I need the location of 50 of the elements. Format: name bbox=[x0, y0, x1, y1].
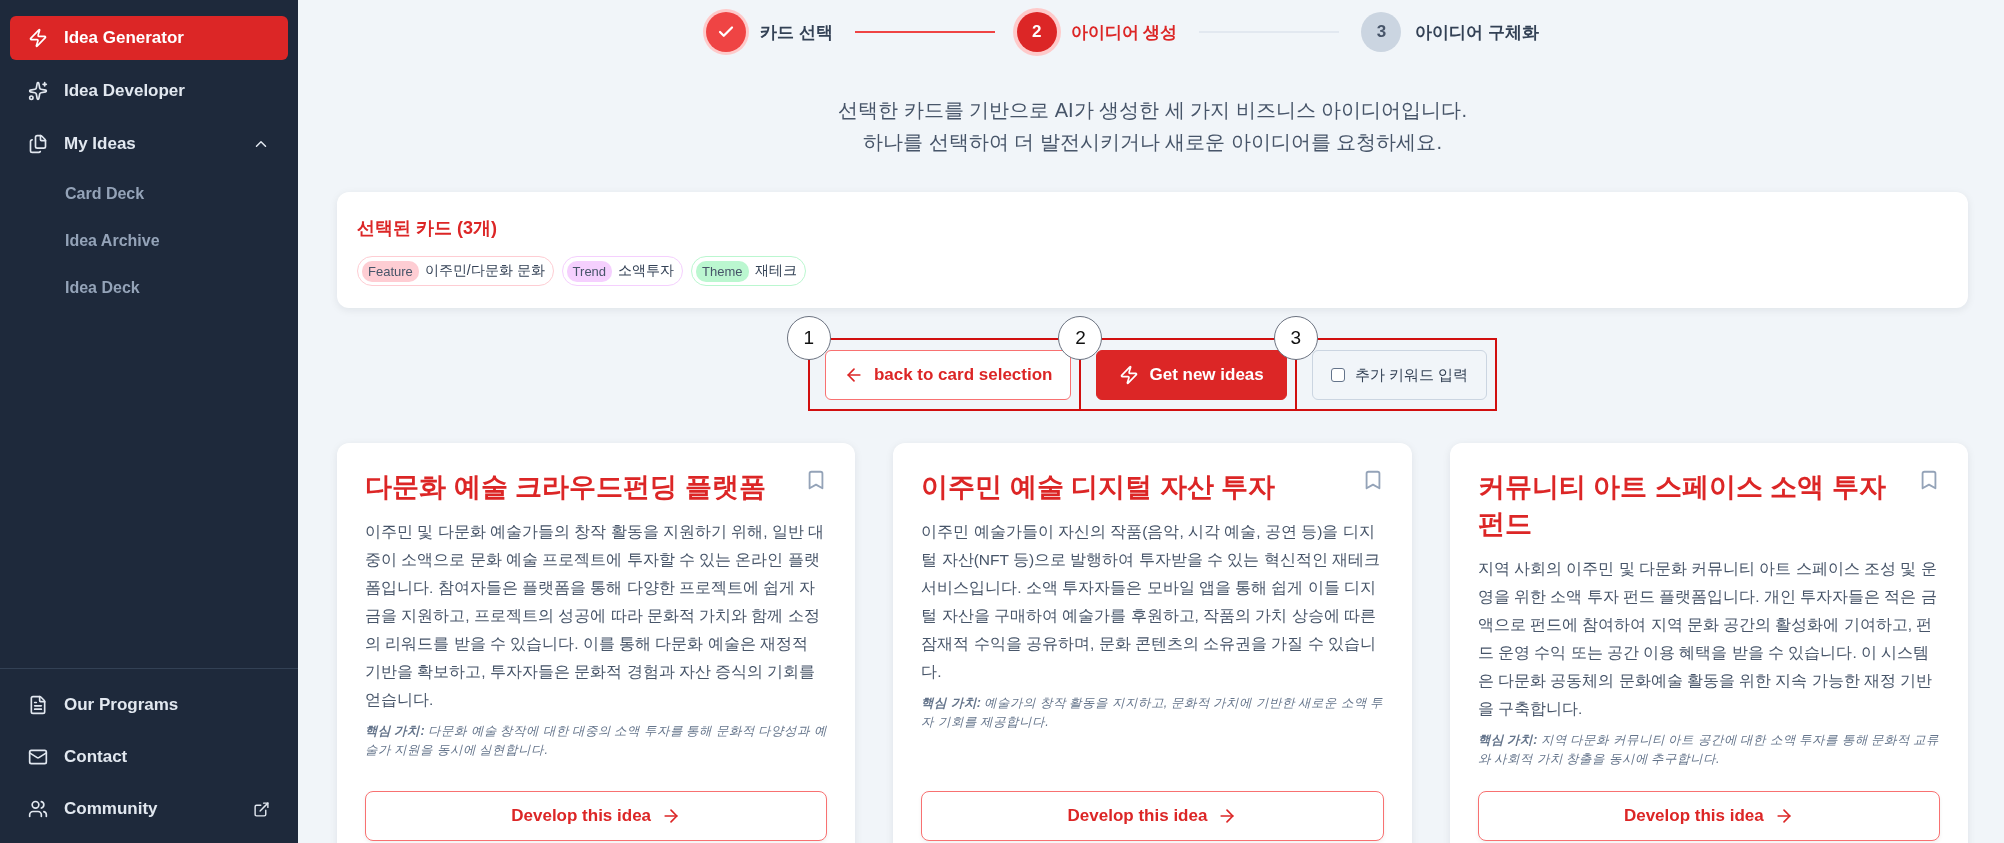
nav-subitem[interactable]: Idea Archive bbox=[10, 222, 288, 260]
nav-subitem[interactable]: Card Deck bbox=[10, 175, 288, 213]
nav-item[interactable]: My Ideas bbox=[10, 122, 288, 166]
users-icon bbox=[28, 799, 48, 819]
sparkle-icon bbox=[28, 81, 48, 101]
step-circle: 3 bbox=[1361, 12, 1402, 52]
tag-value: 재테크 bbox=[754, 262, 797, 280]
step-label: 아이디어 구체화 bbox=[1415, 21, 1540, 44]
intro-text: 하나를 선택하여 더 발전시키거나 새로운 아이디어를 요청하세요. bbox=[863, 130, 1442, 155]
idea-title: 커뮤니티 아트 스페이스 소액 투자 펀드 bbox=[1477, 471, 1887, 541]
nav-item[interactable]: Idea Generator bbox=[10, 16, 288, 60]
keyword-toggle[interactable]: 추가 키워드 입력 bbox=[1311, 350, 1488, 400]
idea-title: 이주민 예술 디지털 자산 투자 bbox=[921, 471, 1277, 504]
lightning-icon bbox=[1119, 365, 1140, 385]
callout-number: 2 bbox=[1058, 316, 1103, 360]
idea-title: 다문화 예술 크라우드펀딩 플랫폼 bbox=[365, 471, 767, 504]
document-icon bbox=[28, 695, 48, 715]
nav-subitem[interactable]: Idea Deck bbox=[10, 269, 288, 307]
idea-description: 지역 사회의 이주민 및 다문화 커뮤니티 아트 스페이스 조성 및 운영을 위한 소액 투자 펀드 플랫폼입니다. 개인 투자자들은 적은 금액으로 펀드에 참여하여 지역 문화 공간의 활성화에 기여하고, 펀드 운영 수익 또는 공간 이용 혜택을 받을 수 있습니다. 이 시스템은 다문화 공동체의 문화예술 활동을 위한 지속 가능한 재정 기반을 구축합니다. bbox=[1477, 559, 1938, 719]
step-label: 카드 선택 bbox=[759, 21, 833, 44]
step-label: 아이디어 생성 bbox=[1070, 21, 1178, 44]
core-value-text: 핵심 가치: 예술가의 창작 활동을 지지하고, 문화적 가치에 기반한 새로운 소액 투자 기회를 제공합니다. bbox=[921, 695, 1384, 731]
tag-value: 이주민/다문화 문화 bbox=[424, 262, 545, 280]
idea-description: 이주민 예술가들이 자신의 작품(음악, 시각 예술, 공연 등)을 디지털 자산(NFT 등)으로 발행하여 투자받을 수 있는 혁신적인 재테크 서비스입니다. 소액 투자자들은 모바일 앱을 통해 쉽게 이들 디지털 자산을 구매하여 예술가를 후원하고, 작품의 가치 상승에 따른 잠재적 수익을 공유하며, 문화 콘텐츠의 소유권을 가질 수 있습니다. bbox=[921, 522, 1381, 682]
nav-item[interactable]: Contact bbox=[10, 735, 288, 779]
nav-item[interactable]: Idea Developer bbox=[10, 69, 288, 113]
tag-value: 소액투자 bbox=[618, 262, 675, 280]
nav-item[interactable]: Community bbox=[10, 787, 288, 831]
documents-icon bbox=[28, 134, 48, 154]
core-value-text: 핵심 가치: 다문화 예술 창작에 대한 대중의 소액 투자를 통해 문화적 다양성과 예술가 지원을 동시에 실현합니다. bbox=[365, 723, 828, 759]
nav-item[interactable]: Our Programs bbox=[10, 683, 288, 727]
mail-icon bbox=[28, 747, 48, 767]
tag-category: Theme bbox=[696, 260, 749, 282]
checkbox[interactable] bbox=[1330, 368, 1345, 382]
back-button[interactable]: back to card selection bbox=[824, 350, 1072, 400]
panel-title: 선택된 카드 (3개) bbox=[357, 217, 498, 240]
lightning-icon bbox=[28, 28, 48, 48]
callout-number: 3 bbox=[1273, 316, 1318, 360]
get-ideas-button[interactable]: Get new ideas bbox=[1096, 350, 1287, 400]
tag-category: Trend bbox=[566, 260, 613, 282]
develop-idea-button[interactable]: Develop this idea bbox=[921, 791, 1384, 841]
intro-text: 선택한 카드를 기반으로 AI가 생성한 세 가지 비즈니스 아이디어입니다. bbox=[838, 98, 1467, 123]
develop-idea-button[interactable]: Develop this idea bbox=[365, 791, 828, 841]
callout-number: 1 bbox=[786, 316, 831, 360]
idea-description: 이주민 및 다문화 예술가들의 창작 활동을 지원하기 위해, 일반 대중이 소액으로 문화 예술 프로젝트에 투자할 수 있는 온라인 플랫폼입니다. 참여자들은 플랫폼을 통해 다양한 프로젝트에 쉽게 자금을 지원하고, 프로젝트의 성공에 따라 문화적 가치와 함께 소정의 리워드를 받을 수 있습니다. 이를 통해 다문화 예술은 재정적 기반을 확보하고, 투자자들은 문화적 경험과 자산 증식의 기회를 얻습니다. bbox=[365, 522, 826, 710]
step-circle: 2 bbox=[1016, 12, 1057, 52]
external-link-icon bbox=[253, 800, 270, 818]
core-value-text: 핵심 가치: 지역 다문화 커뮤니티 아트 공간에 대한 소액 투자를 통해 문화적 교류와 사회적 가치 창출을 동시에 추구합니다. bbox=[1477, 732, 1940, 768]
tag-category: Feature bbox=[362, 260, 419, 282]
develop-idea-button[interactable]: Develop this idea bbox=[1477, 791, 1940, 841]
